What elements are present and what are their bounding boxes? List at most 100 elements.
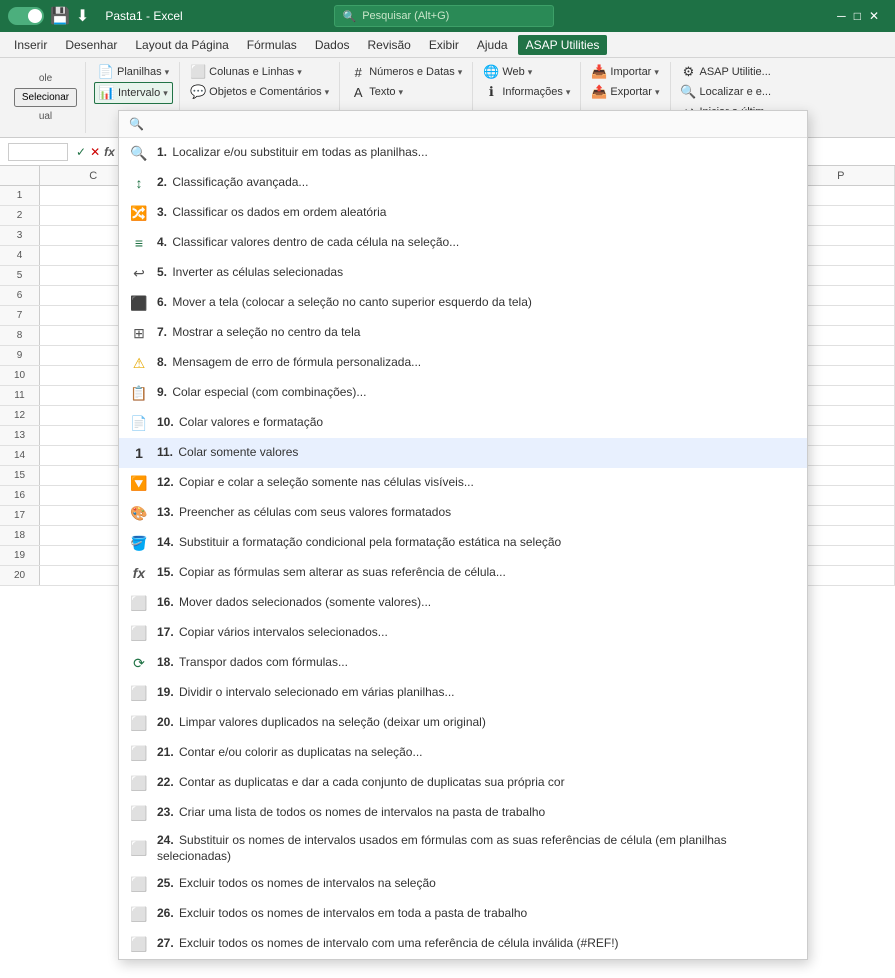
ribbon-btn-exportar[interactable]: 📤Exportar▾ bbox=[587, 82, 663, 102]
row-number: 1 bbox=[0, 186, 40, 205]
row-number: 7 bbox=[0, 306, 40, 325]
cancel-formula-icon[interactable]: ✕ bbox=[90, 145, 100, 159]
menu-item-fórmulas[interactable]: Fórmulas bbox=[239, 35, 305, 55]
dropdown-item-text: 14. Substituir a formatação condicional … bbox=[157, 535, 797, 551]
checkmark-icon[interactable]: ✓ bbox=[76, 145, 86, 159]
menu-item-asap-utilities[interactable]: ASAP Utilities bbox=[518, 35, 608, 55]
dropdown-item-text: 17. Copiar vários intervalos selecionado… bbox=[157, 625, 797, 641]
toggle-switch[interactable] bbox=[8, 7, 44, 25]
title-bar-title: Pasta1 - Excel bbox=[105, 9, 182, 23]
dropdown-item-icon: ⟳ bbox=[129, 653, 149, 673]
ribbon-btn-localizar-e-e...[interactable]: 🔍Localizar e e... bbox=[677, 82, 776, 102]
name-box[interactable] bbox=[8, 143, 68, 161]
menu-item-inserir[interactable]: Inserir bbox=[6, 35, 55, 55]
search-placeholder: Pesquisar (Alt+G) bbox=[362, 10, 449, 22]
menu-item-desenhar[interactable]: Desenhar bbox=[57, 35, 125, 55]
menu-item-exibir[interactable]: Exibir bbox=[421, 35, 467, 55]
dropdown-item[interactable]: ↕2. Classificação avançada... bbox=[119, 168, 807, 198]
dropdown-search-bar[interactable]: 🔍 bbox=[119, 111, 807, 138]
dropdown-item[interactable]: 🔽12. Copiar e colar a seleção somente na… bbox=[119, 468, 807, 498]
ribbon-btn-label: ASAP Utilitie... bbox=[700, 66, 771, 78]
dropdown-item-text: 25. Excluir todos os nomes de intervalos… bbox=[157, 876, 797, 892]
close-icon[interactable]: ✕ bbox=[869, 9, 879, 23]
dropdown-item[interactable]: ≡4. Classificar valores dentro de cada c… bbox=[119, 228, 807, 258]
dropdown-item[interactable]: ⬜19. Dividir o intervalo selecionado em … bbox=[119, 678, 807, 708]
fx-icon[interactable]: fx bbox=[104, 145, 115, 159]
selecionar-button[interactable]: Selecionar bbox=[14, 88, 77, 107]
dropdown-item-icon: ⚠ bbox=[129, 353, 149, 373]
dropdown-item[interactable]: ⬜21. Contar e/ou colorir as duplicatas n… bbox=[119, 738, 807, 768]
menu-item-revisão[interactable]: Revisão bbox=[360, 35, 419, 55]
dropdown-item-text: 5. Inverter as células selecionadas bbox=[157, 265, 797, 281]
dropdown-item[interactable]: 🪣14. Substituir a formatação condicional… bbox=[119, 528, 807, 558]
ribbon-btn-label: Planilhas bbox=[117, 66, 162, 78]
dropdown-item[interactable]: ⬜22. Contar as duplicatas e dar a cada c… bbox=[119, 768, 807, 798]
dropdown-item[interactable]: ⬜24. Substituir os nomes de intervalos u… bbox=[119, 828, 807, 869]
caret-icon: ▾ bbox=[325, 87, 330, 98]
caret-icon: ▾ bbox=[165, 67, 170, 78]
dropdown-item-text: 18. Transpor dados com fórmulas... bbox=[157, 655, 797, 671]
ribbon-btn-intervalo[interactable]: 📊Intervalo▾ bbox=[94, 82, 173, 104]
maximize-icon[interactable]: □ bbox=[854, 9, 861, 23]
dropdown-item-text: 23. Criar uma lista de todos os nomes de… bbox=[157, 805, 797, 821]
dropdown-item[interactable]: ⬜20. Limpar valores duplicados na seleçã… bbox=[119, 708, 807, 738]
dropdown-item[interactable]: 📄10. Colar valores e formatação bbox=[119, 408, 807, 438]
dropdown-item-icon: ⬜ bbox=[129, 874, 149, 894]
dropdown-item[interactable]: ⬜ 16. Mover dados selecionados (somente v… bbox=[119, 588, 807, 618]
minimize-icon[interactable]: ─ bbox=[837, 9, 846, 23]
ribbon-btn-colunas-e-linhas[interactable]: ⬜Colunas e Linhas▾ bbox=[186, 62, 306, 82]
dropdown-search-icon: 🔍 bbox=[129, 117, 144, 131]
dropdown-item-text: 22. Contar as duplicatas e dar a cada co… bbox=[157, 775, 797, 791]
dropdown-item-icon: fx bbox=[129, 563, 149, 583]
dropdown-item[interactable]: 111. Colar somente valores bbox=[119, 438, 807, 468]
dropdown-item-icon: ⬜ bbox=[129, 593, 149, 613]
dropdown-item[interactable]: ↩5. Inverter as células selecionadas bbox=[119, 258, 807, 288]
ribbon-btn-planilhas[interactable]: 📄Planilhas▾ bbox=[94, 62, 173, 82]
dropdown-search-input[interactable] bbox=[150, 117, 797, 131]
title-search-box[interactable]: 🔍 Pesquisar (Alt+G) bbox=[334, 5, 554, 27]
dropdown-item[interactable]: ⬜23. Criar uma lista de todos os nomes d… bbox=[119, 798, 807, 828]
menu-item-layout-da-página[interactable]: Layout da Página bbox=[127, 35, 236, 55]
row-number: 16 bbox=[0, 486, 40, 505]
dropdown-item[interactable]: 🔍1. Localizar e/ou substituir em todas a… bbox=[119, 138, 807, 168]
ribbon-btn-informações[interactable]: ℹInformações▾ bbox=[479, 82, 574, 102]
ribbon-btn-objetos-e-comentários[interactable]: 💬Objetos e Comentários▾ bbox=[186, 82, 333, 102]
row-number: 2 bbox=[0, 206, 40, 225]
dropdown-item[interactable]: 🎨13. Preencher as células com seus valor… bbox=[119, 498, 807, 528]
dropdown-item[interactable]: ⊞7. Mostrar a seleção no centro da tela bbox=[119, 318, 807, 348]
dropdown-item[interactable]: ⬜26. Excluir todos os nomes de intervalo… bbox=[119, 899, 807, 929]
dropdown-item-text: 11. Colar somente valores bbox=[157, 445, 797, 461]
dropdown-item[interactable]: 📋9. Colar especial (com combinações)... bbox=[119, 378, 807, 408]
row-number: 11 bbox=[0, 386, 40, 405]
row-number: 3 bbox=[0, 226, 40, 245]
dropdown-item-text: 16. Mover dados selecionados (somente va… bbox=[157, 595, 797, 611]
dropdown-item[interactable]: ⟳ 18. Transpor dados com fórmulas... bbox=[119, 648, 807, 678]
dropdown-item-icon: 🔀 bbox=[129, 203, 149, 223]
dropdown-item-icon: ⬛ bbox=[129, 293, 149, 313]
caret-icon: ▾ bbox=[528, 67, 533, 78]
ribbon-btn-números-e-datas[interactable]: #Números e Datas▾ bbox=[346, 62, 466, 82]
ribbon-btn-texto[interactable]: ATexto▾ bbox=[346, 82, 407, 102]
dropdown-item[interactable]: ⬜ 17. Copiar vários intervalos selecionad… bbox=[119, 618, 807, 648]
menu-item-dados[interactable]: Dados bbox=[307, 35, 358, 55]
ribbon-btn-importar[interactable]: 📥Importar▾ bbox=[587, 62, 663, 82]
dropdown-item[interactable]: fx15. Copiar as fórmulas sem alterar as … bbox=[119, 558, 807, 588]
menu-item-ajuda[interactable]: Ajuda bbox=[469, 35, 516, 55]
ribbon-btn-asap-utilitie...[interactable]: ⚙ASAP Utilitie... bbox=[677, 62, 775, 82]
dropdown-item-icon: ⬜ bbox=[129, 904, 149, 924]
dropdown-item[interactable]: ⬜ 25. Excluir todos os nomes de intervalo… bbox=[119, 869, 807, 899]
ribbon-btn-label: Informações bbox=[502, 86, 563, 98]
dropdown-item[interactable]: ⬜27. Excluir todos os nomes de intervalo… bbox=[119, 929, 807, 959]
row-number: 19 bbox=[0, 546, 40, 565]
dropdown-item[interactable]: 🔀3. Classificar os dados em ordem aleató… bbox=[119, 198, 807, 228]
ribbon-icon-0: # bbox=[350, 64, 366, 80]
dropdown-item[interactable]: ⬛6. Mover a tela (colocar a seleção no c… bbox=[119, 288, 807, 318]
caret-icon: ▾ bbox=[655, 87, 660, 98]
dropdown-item-icon: ⬜ bbox=[129, 743, 149, 763]
ribbon-btn-web[interactable]: 🌐Web▾ bbox=[479, 62, 536, 82]
ribbon-icon-0: ⬜ bbox=[190, 64, 206, 80]
dropdown-item-icon: ⬜ bbox=[129, 623, 149, 643]
ribbon-icon-0: ⚙ bbox=[681, 64, 697, 80]
row-number: 15 bbox=[0, 466, 40, 485]
dropdown-item[interactable]: ⚠8. Mensagem de erro de fórmula personal… bbox=[119, 348, 807, 378]
